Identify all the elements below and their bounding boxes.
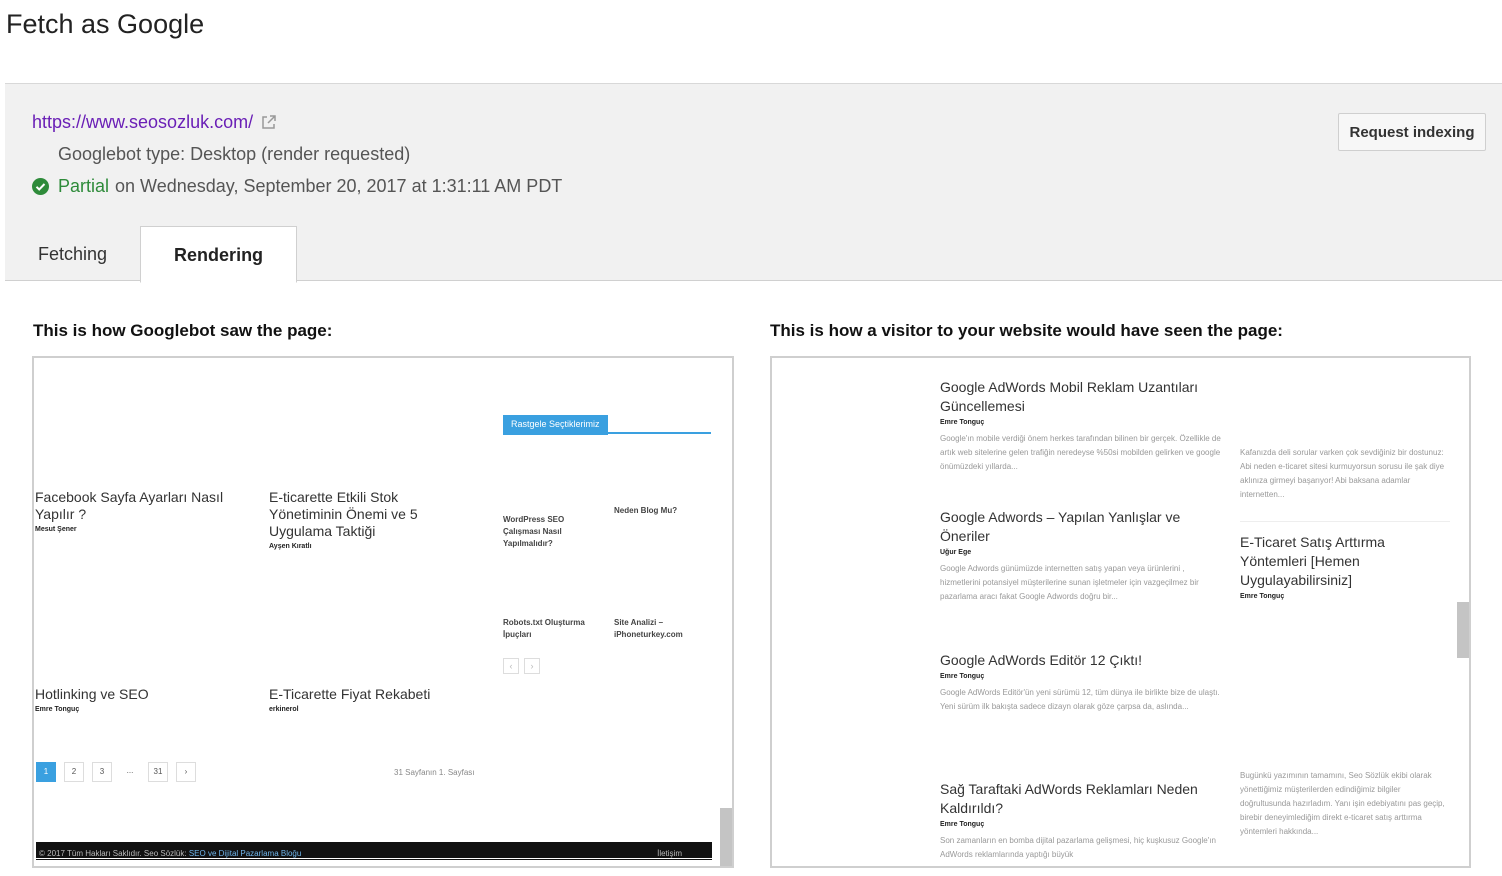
tab-rendering[interactable]: Rendering: [140, 226, 298, 283]
article-title[interactable]: Google AdWords Mobil Reklam Uzantıları G…: [940, 378, 1220, 416]
divider: [1240, 521, 1450, 522]
article-title[interactable]: Google Adwords – Yapılan Yanlışlar ve Ön…: [940, 508, 1220, 546]
article-author: Mesut Şener: [35, 526, 77, 533]
page-1-button[interactable]: 1: [36, 762, 56, 782]
article-title[interactable]: Hotlinking ve SEO: [35, 686, 235, 703]
article-title[interactable]: E-ticarette Etkili Stok Yönetiminin Önem…: [269, 489, 439, 540]
list-item[interactable]: Google AdWords Mobil Reklam Uzantıları G…: [940, 378, 1225, 474]
side-link[interactable]: Robots.txt Oluşturma İpuçları: [503, 617, 598, 641]
check-circle-icon: [32, 178, 49, 195]
slider-nav: ‹ ›: [503, 656, 545, 674]
frame-scrollbar-thumb[interactable]: [1457, 602, 1469, 658]
side-link[interactable]: WordPress SEO Çalışması Nasıl Yapılmalıd…: [503, 514, 575, 550]
visitor-view-heading: This is how a visitor to your website wo…: [770, 321, 1283, 340]
list-item[interactable]: E-Ticarette Fiyat Rekabeti erkinerol: [269, 686, 469, 713]
googlebot-render-frame[interactable]: Rastgele Seçtiklerimiz Facebook Sayfa Ay…: [32, 356, 734, 868]
article-author: Emre Tonguç: [940, 821, 985, 828]
pagination: 1 2 3 ... 31 ›: [36, 762, 196, 782]
page-ellipsis: ...: [126, 766, 134, 775]
footer-copyright: © 2017 Tüm Hakları Saklıdır. Seo Sözlük:…: [39, 849, 302, 858]
page-3-button[interactable]: 3: [92, 762, 112, 782]
article-excerpt: Google'ın mobile verdiği önem herkes tar…: [940, 434, 1221, 471]
article-author: Uğur Ege: [940, 549, 972, 556]
fetched-url-link[interactable]: https://www.seosozluk.com/: [32, 112, 253, 133]
article-author: Ayşen Kıratlı: [269, 543, 312, 550]
random-picks-label: Rastgele Seçtiklerimiz: [503, 415, 608, 435]
request-indexing-button[interactable]: Request indexing: [1338, 113, 1486, 151]
article-excerpt: Google Adwords günümüzde internetten sat…: [940, 564, 1199, 601]
article-author: Emre Tonguç: [35, 706, 80, 713]
list-item[interactable]: Sağ Taraftaki AdWords Reklamları Neden K…: [940, 780, 1225, 862]
status-detail: on Wednesday, September 20, 2017 at 1:31…: [115, 176, 563, 196]
list-item[interactable]: Hotlinking ve SEO Emre Tonguç: [35, 686, 235, 713]
page-2-button[interactable]: 2: [64, 762, 84, 782]
googlebot-type: Googlebot type: Desktop (render requeste…: [58, 144, 411, 164]
list-item[interactable]: Facebook Sayfa Ayarları Nasıl Yapılır ? …: [35, 489, 235, 533]
article-author: Emre Tonguç: [940, 673, 985, 680]
url-row: https://www.seosozluk.com/: [32, 112, 276, 133]
page-info: 31 Sayfanın 1. Sayfası: [394, 768, 475, 777]
googlebot-view-heading: This is how Googlebot saw the page:: [33, 321, 333, 340]
article-title[interactable]: E-Ticarette Fiyat Rekabeti: [269, 686, 469, 703]
side-excerpt: Bugünkü yazımının tamamını, Seo Sözlük e…: [1240, 771, 1445, 836]
fetch-status: Partial on Wednesday, September 20, 2017…: [32, 176, 562, 197]
article-title[interactable]: Google AdWords Editör 12 Çıktı!: [940, 651, 1220, 670]
fetch-summary: https://www.seosozluk.com/ Googlebot typ…: [5, 83, 1502, 283]
page-31-button[interactable]: 31: [148, 762, 168, 782]
list-item[interactable]: E-Ticaret Satış Arttırma Yöntemleri [Hem…: [1240, 533, 1450, 600]
tab-bar: Fetching Rendering: [5, 226, 298, 283]
article-author: Emre Tonguç: [1240, 593, 1285, 600]
visitor-render-frame[interactable]: Google AdWords Mobil Reklam Uzantıları G…: [770, 356, 1471, 868]
next-page-button[interactable]: ›: [176, 762, 196, 782]
article-title[interactable]: Sağ Taraftaki AdWords Reklamları Neden K…: [940, 780, 1220, 818]
footer-blog-link[interactable]: SEO ve Dijital Pazarlama Bloğu: [189, 849, 302, 858]
list-item[interactable]: Google AdWords Editör 12 Çıktı! Emre Ton…: [940, 651, 1225, 714]
side-link[interactable]: Site Analizi – iPhoneturkey.com: [614, 617, 699, 641]
list-item[interactable]: E-ticarette Etkili Stok Yönetiminin Önem…: [269, 489, 439, 550]
external-link-icon[interactable]: [261, 115, 276, 130]
article-excerpt: Google AdWords Editör'ün yeni sürümü 12,…: [940, 688, 1220, 711]
article-title[interactable]: E-Ticaret Satış Arttırma Yöntemleri [Hem…: [1240, 533, 1450, 590]
list-item[interactable]: Google Adwords – Yapılan Yanlışlar ve Ön…: [940, 508, 1225, 604]
site-footer: © 2017 Tüm Hakları Saklıdır. Seo Sözlük:…: [36, 842, 712, 860]
slider-next-button[interactable]: ›: [524, 658, 540, 674]
frame-scrollbar-thumb[interactable]: [720, 808, 732, 866]
footer-contact-link[interactable]: İletişim: [657, 849, 682, 858]
tab-fetching[interactable]: Fetching: [5, 226, 140, 282]
article-excerpt: Son zamanların en bomba dijital pazarlam…: [940, 836, 1216, 859]
status-label: Partial: [58, 176, 110, 196]
side-excerpt: Kafanızda deli sorular varken çok sevdiğ…: [1240, 448, 1445, 499]
random-picks-tag: Rastgele Seçtiklerimiz: [503, 414, 711, 435]
article-title[interactable]: Facebook Sayfa Ayarları Nasıl Yapılır ?: [35, 489, 235, 523]
page-title: Fetch as Google: [6, 9, 205, 39]
article-author: erkinerol: [269, 706, 299, 713]
slider-prev-button[interactable]: ‹: [503, 658, 519, 674]
side-link[interactable]: Neden Blog Mu?: [614, 505, 694, 517]
article-author: Emre Tonguç: [940, 419, 985, 426]
